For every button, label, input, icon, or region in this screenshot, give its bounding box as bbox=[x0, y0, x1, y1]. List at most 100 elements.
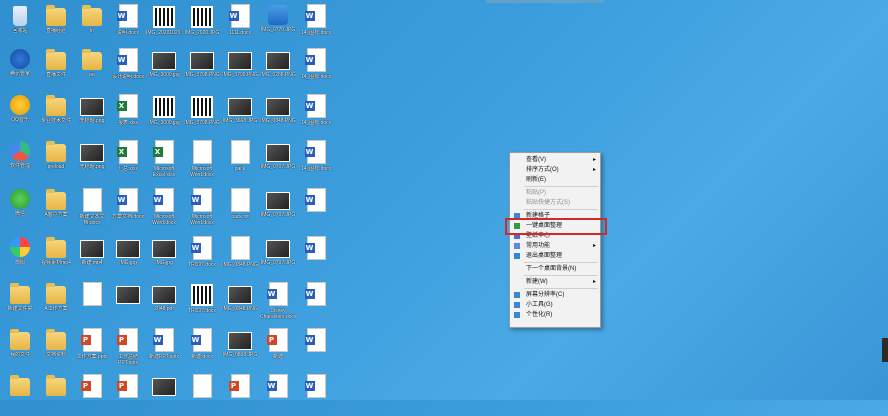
desktop-icon[interactable]: 我的文件 bbox=[2, 326, 38, 370]
desktop-icon[interactable]: 2048.pdf bbox=[146, 280, 182, 324]
desktop-icon-label: 工作总结PPT.pptx bbox=[117, 354, 138, 366]
desktop-icon[interactable]: Microsoft Excel.xlsx bbox=[146, 138, 182, 182]
desktop-icon[interactable]: 视频素材mp4 bbox=[38, 234, 74, 278]
desktop-icon[interactable]: IMG_0797.JPG bbox=[260, 234, 296, 278]
desktop-icon[interactable]: IMG_0707.JPG bbox=[260, 138, 296, 182]
desktop-icon[interactable]: 新建.docx bbox=[184, 326, 220, 370]
desktop-icon[interactable]: IMG.jpg bbox=[146, 234, 182, 278]
desktop-icon[interactable] bbox=[298, 326, 334, 370]
desktop-icon[interactable]: 设计说明.docx bbox=[110, 46, 146, 90]
desktop-icon[interactable]: 无标题.png bbox=[74, 138, 110, 182]
top-window-edge bbox=[486, 0, 604, 3]
desktop-icon[interactable]: IMG.jpg bbox=[110, 234, 146, 278]
desktop-icon[interactable]: 直播文件 bbox=[38, 46, 74, 90]
desktop-icon[interactable]: 1111.docx bbox=[222, 2, 258, 46]
desktop-icon[interactable]: A客户方案 bbox=[38, 186, 74, 230]
desktop-icon[interactable]: IMG_0808.JPG bbox=[222, 326, 258, 370]
desktop-icon[interactable]: IMG_0848.PNG bbox=[222, 234, 258, 278]
desktop[interactable]: 回收站 腾讯管家 QQ音乐 软件管理微信画图 新建文件夹 我的文件 直播经验 直播文件 专业技术… bbox=[0, 0, 888, 400]
desktop-icon[interactable]: 腾讯管家 bbox=[2, 46, 38, 90]
desktop-icon-label: 微信 bbox=[14, 211, 25, 217]
desktop-icon[interactable]: 方案文档.docx bbox=[110, 186, 146, 230]
desktop-icon[interactable]: IMG_2020.JPG bbox=[184, 2, 220, 46]
desktop-icon[interactable]: 说明.docx bbox=[110, 2, 146, 46]
desktop-icon[interactable]: pe bbox=[74, 46, 110, 90]
desktop-icon[interactable]: Microsoft Word.docx bbox=[146, 186, 182, 230]
desktop-icon[interactable] bbox=[38, 372, 74, 416]
desktop-icon[interactable]: 14_图标.docx bbox=[298, 46, 334, 90]
desktop-icon[interactable]: IMG_0707.JPG bbox=[260, 186, 296, 230]
word-icon bbox=[266, 282, 288, 306]
desktop-icon[interactable]: 14_图标.docx bbox=[298, 92, 334, 136]
menu-item[interactable]: 屏幕分辨率(C) bbox=[510, 290, 600, 300]
desktop-icon[interactable]: 报表.xlsx bbox=[110, 92, 146, 136]
desktop-icon[interactable]: Disney Characters.docx bbox=[260, 280, 296, 324]
menu-item-label: 小工具(G) bbox=[526, 302, 553, 308]
desktop-icon[interactable] bbox=[184, 372, 220, 416]
desktop-icon[interactable]: IMG_3000.jpg bbox=[146, 92, 182, 136]
menu-item[interactable]: 个性化(R) bbox=[510, 310, 600, 320]
desktop-icon[interactable]: IMG_0848.PNG bbox=[222, 280, 258, 324]
menu-item[interactable]: 查看(V) ▸ bbox=[510, 155, 600, 165]
desktop-icon[interactable]: 微信 bbox=[2, 186, 38, 230]
ppt-icon bbox=[266, 328, 288, 352]
desktop-icon[interactable] bbox=[298, 186, 334, 230]
desktop-icon[interactable]: 新建文本文档.docx bbox=[74, 186, 110, 230]
desktop-icon[interactable] bbox=[110, 372, 146, 416]
desktop-icon[interactable] bbox=[298, 280, 334, 324]
desktop-icon[interactable]: 新建文件夹 bbox=[2, 280, 38, 324]
desktop-icon[interactable]: 专业技术文件 bbox=[38, 92, 74, 136]
desktop-icon[interactable]: QQ音乐 bbox=[2, 92, 38, 136]
desktop-icon[interactable] bbox=[74, 280, 110, 324]
menu-item[interactable]: 常用功能 ▸ bbox=[510, 241, 600, 251]
desktop-icon[interactable]: pack bbox=[222, 138, 258, 182]
word-icon bbox=[228, 4, 250, 28]
desktop-icon[interactable]: IMG_0848.PNG bbox=[260, 92, 296, 136]
desktop-icon[interactable]: 14_图标.docx bbox=[298, 2, 334, 46]
desktop-icon[interactable]: A工作方案 bbox=[38, 280, 74, 324]
desktop-icon[interactable]: 工作方案.pptx bbox=[74, 326, 110, 370]
menu-item[interactable]: 排序方式(O) ▸ bbox=[510, 165, 600, 175]
desktop-icon[interactable]: 工作总结PPT.pptx bbox=[110, 326, 146, 370]
desktop-icon[interactable]: IMG_3000.jpg bbox=[146, 46, 182, 90]
desktop-icon[interactable] bbox=[298, 234, 334, 278]
desktop-icon[interactable]: 画图 bbox=[2, 234, 38, 278]
menu-item[interactable]: 新建(W) ▸ bbox=[510, 277, 600, 287]
menu-item[interactable]: 退出桌面整理 bbox=[510, 251, 600, 261]
desktop-icon[interactable]: 直播经验 bbox=[38, 2, 74, 46]
desktop-icon[interactable] bbox=[222, 372, 258, 416]
screen-edge-handle[interactable] bbox=[882, 338, 888, 362]
desktop-icon[interactable]: IMG_0770.JPG bbox=[260, 2, 296, 46]
desktop-icon[interactable]: 新建 bbox=[260, 326, 296, 370]
desktop-icon[interactable] bbox=[146, 372, 182, 416]
desktop-icon[interactable]: IMG_20201029.jpg bbox=[146, 2, 182, 46]
desktop-icon[interactable] bbox=[260, 372, 296, 416]
menu-item[interactable]: 下一个桌面背景(N) bbox=[510, 264, 600, 274]
menu-item[interactable]: 小工具(G) bbox=[510, 300, 600, 310]
desktop-icon[interactable]: pack.txt bbox=[222, 186, 258, 230]
desktop-icon[interactable] bbox=[298, 372, 334, 416]
desktop-icon[interactable]: 新建.mp4 bbox=[74, 234, 110, 278]
desktop-icon[interactable]: Microsoft Word.docx bbox=[184, 186, 220, 230]
desktop-icon[interactable]: TRC97.docx bbox=[184, 280, 220, 324]
desktop-icon[interactable]: IMG_3798.PNG bbox=[184, 92, 220, 136]
desktop-icon[interactable] bbox=[2, 372, 38, 416]
desktop-icon[interactable]: TRC97.docx bbox=[184, 234, 220, 278]
desktop-icon[interactable]: IMG_3798.PNG bbox=[184, 46, 220, 90]
desktop-icon[interactable]: IMG_3668.JPG bbox=[222, 92, 258, 136]
desktop-icon[interactable]: IMG_3799.PNG bbox=[222, 46, 258, 90]
desktop-icon[interactable]: ln bbox=[74, 2, 110, 46]
desktop-icon[interactable]: preload bbox=[38, 138, 74, 182]
desktop-icon[interactable] bbox=[74, 372, 110, 416]
desktop-icon[interactable] bbox=[110, 280, 146, 324]
desktop-icon[interactable]: 回收站 bbox=[2, 2, 38, 46]
desktop-icon[interactable]: 无标题.png bbox=[74, 92, 110, 136]
menu-item[interactable]: 刷新(E) bbox=[510, 175, 600, 185]
desktop-icon[interactable]: 汇总.xlsx bbox=[110, 138, 146, 182]
desktop-icon[interactable]: Microsoft Word.docx bbox=[184, 138, 220, 182]
desktop-icon[interactable]: 文档资料 bbox=[38, 326, 74, 370]
desktop-icon[interactable]: 软件管理 bbox=[2, 138, 38, 182]
desktop-icon[interactable]: 14_图标.docx bbox=[298, 138, 334, 182]
desktop-icon[interactable]: IMG_0288.PNG bbox=[260, 46, 296, 90]
desktop-icon[interactable]: 新建PPT.pptx bbox=[146, 326, 182, 370]
